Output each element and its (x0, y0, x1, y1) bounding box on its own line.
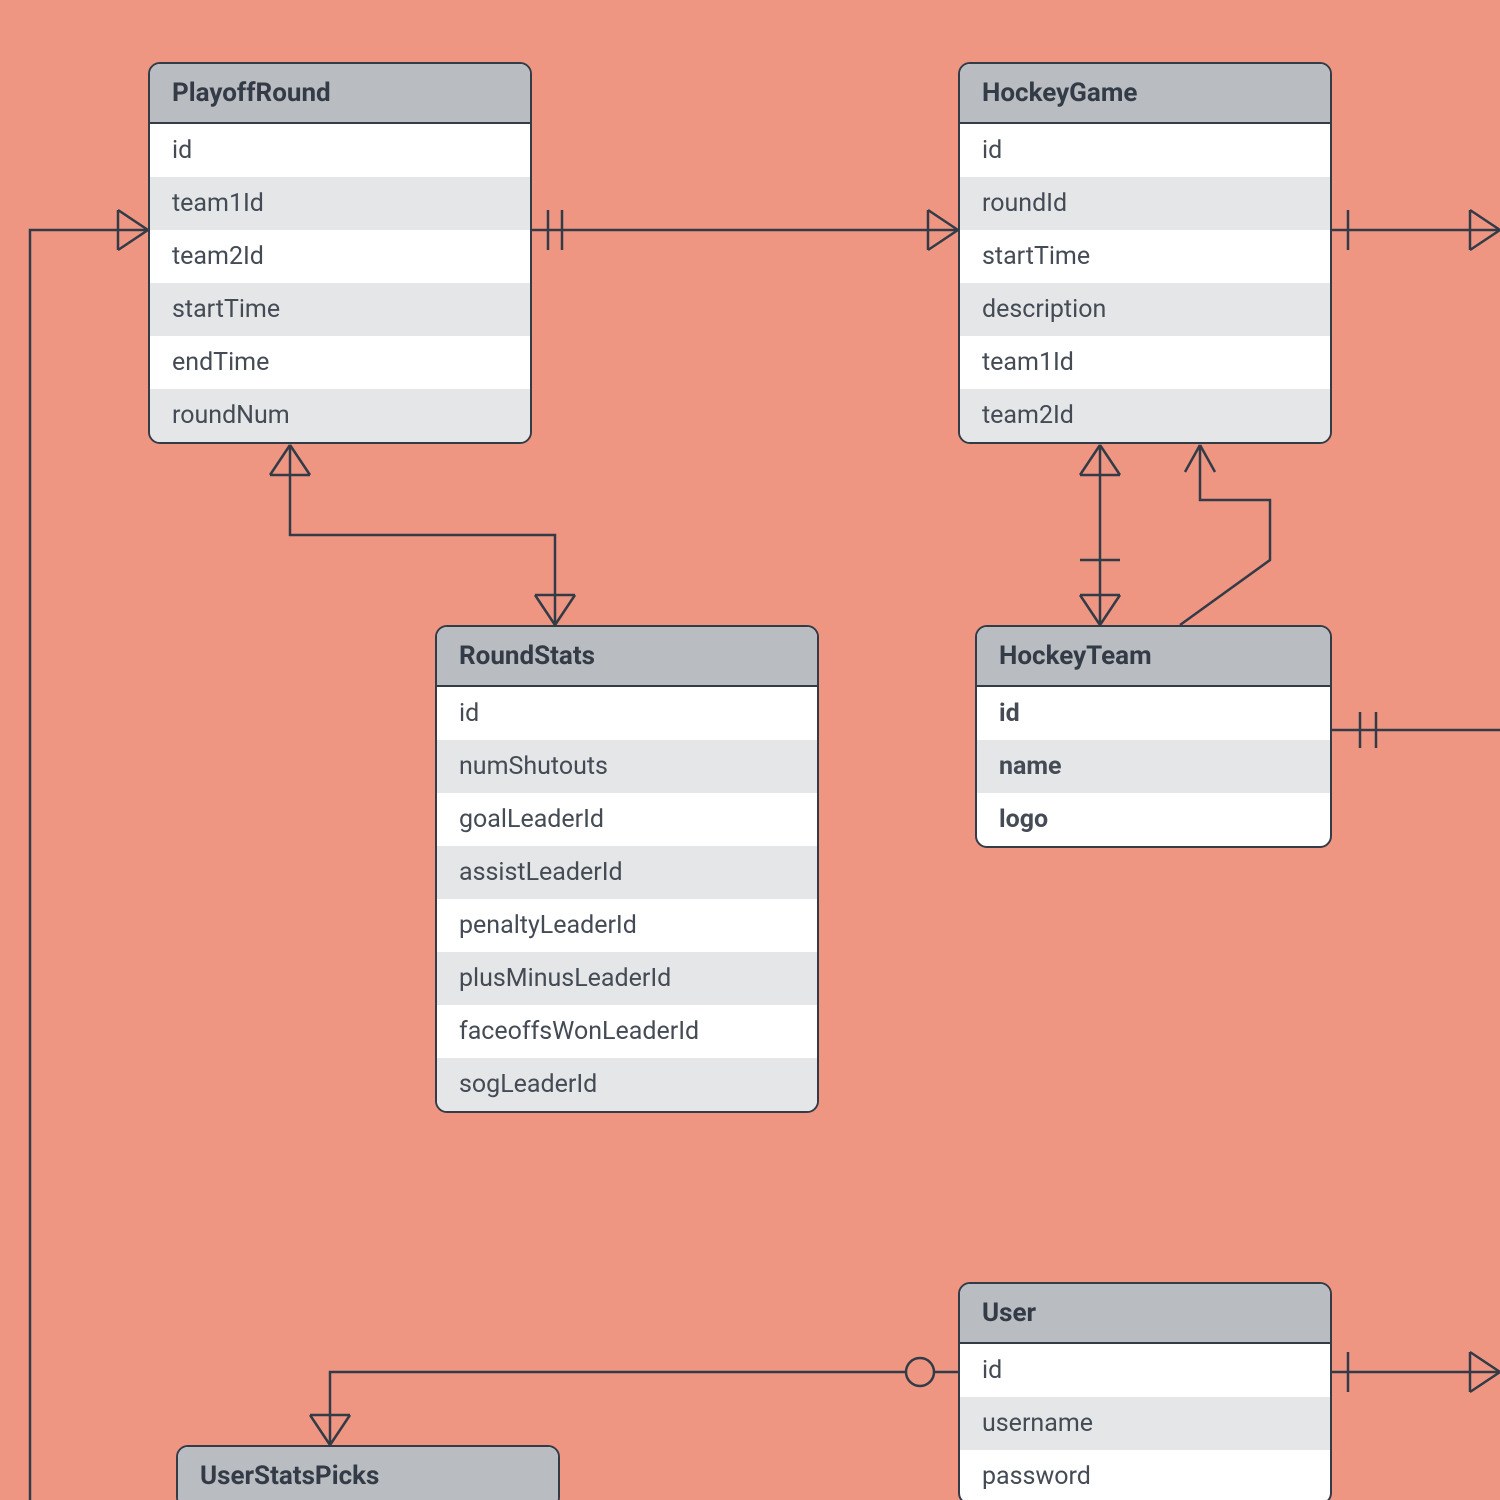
field: password (960, 1450, 1330, 1500)
entity-roundstats[interactable]: RoundStats id numShutouts goalLeaderId a… (435, 625, 819, 1113)
field: team2Id (150, 230, 530, 283)
field: plusMinusLeaderId (437, 952, 817, 1005)
entity-user[interactable]: User id username password (958, 1282, 1332, 1500)
field: id (960, 124, 1330, 177)
field: roundId (960, 177, 1330, 230)
field: team1Id (960, 336, 1330, 389)
field: faceoffsWonLeaderId (437, 1005, 817, 1058)
field: logo (977, 793, 1330, 846)
field: sogLeaderId (437, 1058, 817, 1111)
field: id (977, 687, 1330, 740)
field: id (150, 124, 530, 177)
field: username (960, 1397, 1330, 1450)
entity-title: HockeyGame (960, 64, 1330, 124)
field: id (960, 1344, 1330, 1397)
field: goalLeaderId (437, 793, 817, 846)
field: team2Id (960, 389, 1330, 442)
entity-hockeygame[interactable]: HockeyGame id roundId startTime descript… (958, 62, 1332, 444)
entity-title: User (960, 1284, 1330, 1344)
field: id (437, 687, 817, 740)
entity-title: PlayoffRound (150, 64, 530, 124)
field: assistLeaderId (437, 846, 817, 899)
entity-playoffround[interactable]: PlayoffRound id team1Id team2Id startTim… (148, 62, 532, 444)
field: description (960, 283, 1330, 336)
entity-title: HockeyTeam (977, 627, 1330, 687)
field: name (977, 740, 1330, 793)
entity-title: UserStatsPicks (178, 1447, 558, 1500)
field: penaltyLeaderId (437, 899, 817, 952)
field: startTime (960, 230, 1330, 283)
entity-title: RoundStats (437, 627, 817, 687)
entity-hockeyteam[interactable]: HockeyTeam id name logo (975, 625, 1332, 848)
field: endTime (150, 336, 530, 389)
field: numShutouts (437, 740, 817, 793)
entity-userstatspicks[interactable]: UserStatsPicks (176, 1445, 560, 1500)
field: startTime (150, 283, 530, 336)
er-diagram-canvas: PlayoffRound id team1Id team2Id startTim… (0, 0, 1500, 1500)
field: roundNum (150, 389, 530, 442)
field: team1Id (150, 177, 530, 230)
